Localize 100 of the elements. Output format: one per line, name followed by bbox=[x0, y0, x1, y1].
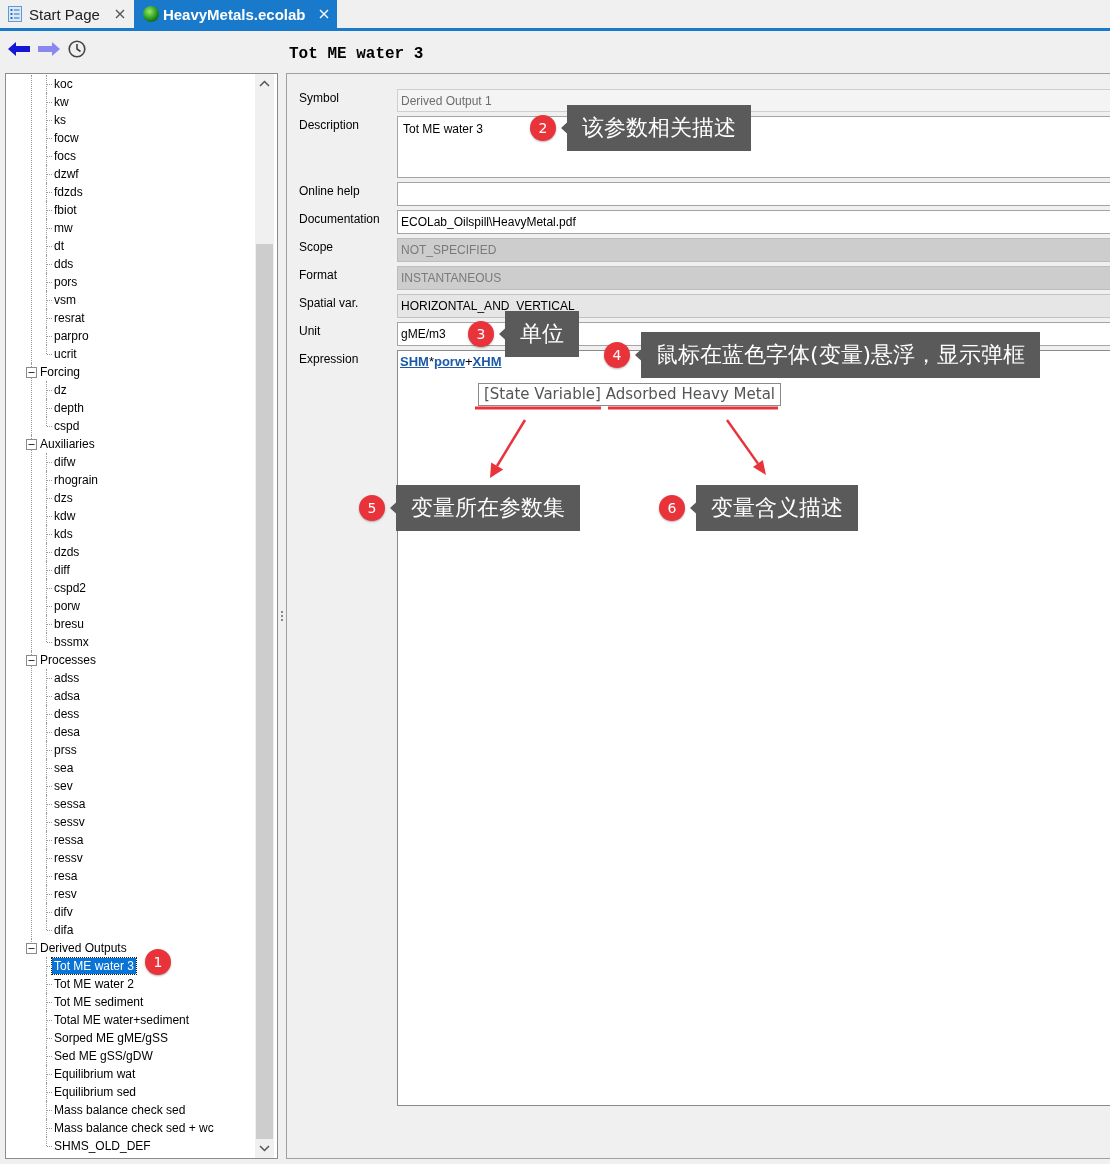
collapse-icon[interactable] bbox=[26, 366, 37, 378]
tree-item[interactable]: Total ME water+sediment bbox=[52, 1012, 192, 1028]
tree-item[interactable]: diff bbox=[52, 562, 72, 578]
close-icon[interactable] bbox=[114, 9, 125, 19]
pointer-arrow bbox=[490, 419, 527, 478]
tree-item[interactable]: Sorped ME gME/gSS bbox=[52, 1030, 171, 1046]
tree-item[interactable]: Mass balance check sed + wc bbox=[52, 1120, 216, 1136]
left-arrow-icon[interactable] bbox=[8, 42, 30, 56]
tree-item[interactable]: sessv bbox=[52, 814, 87, 830]
tree-item[interactable]: porw bbox=[52, 598, 82, 614]
tree-item[interactable]: kds bbox=[52, 526, 75, 542]
tree-item[interactable]: bssmx bbox=[52, 634, 91, 650]
chevron-up-icon[interactable] bbox=[259, 80, 270, 87]
pointer-arrow bbox=[726, 419, 766, 475]
tree-item[interactable]: Tot ME water 2 bbox=[52, 976, 137, 992]
tree-item[interactable]: dt bbox=[52, 238, 66, 254]
tree-item[interactable]: kw bbox=[52, 94, 71, 110]
tree-item[interactable]: kdw bbox=[52, 508, 78, 524]
callout-tooltip: 该参数相关描述 bbox=[561, 105, 751, 151]
tree-item[interactable]: depth bbox=[52, 400, 87, 416]
tree-item[interactable]: parpro bbox=[52, 328, 91, 344]
document-icon bbox=[8, 6, 22, 22]
tree-item[interactable]: desa bbox=[52, 724, 83, 740]
field-label: Expression bbox=[299, 351, 360, 366]
tree-item[interactable]: SHMS_OLD_DEF bbox=[52, 1138, 153, 1154]
tree-item[interactable]: Equilibrium sed bbox=[52, 1084, 139, 1100]
field-label: Symbol bbox=[299, 90, 340, 105]
input-field[interactable]: Derived Output 1 bbox=[397, 89, 1110, 112]
tree-item[interactable]: dz bbox=[52, 382, 69, 398]
scrollbar-thumb[interactable] bbox=[256, 244, 273, 1139]
tree-item[interactable]: sea bbox=[52, 760, 76, 776]
tree-item[interactable]: cspd bbox=[52, 418, 82, 434]
field-label: Scope bbox=[299, 239, 335, 254]
tree-item[interactable]: resv bbox=[52, 886, 79, 902]
variable-link[interactable]: XHM bbox=[472, 354, 502, 369]
number-badge: 5 bbox=[359, 495, 385, 521]
variable-link[interactable]: porw bbox=[433, 354, 465, 369]
tree-item[interactable]: pors bbox=[52, 274, 80, 290]
tree-item[interactable]: fdzds bbox=[52, 184, 85, 200]
tree-item[interactable]: koc bbox=[52, 76, 75, 92]
tree-item[interactable]: cspd2 bbox=[52, 580, 89, 596]
tree-item[interactable]: ressa bbox=[52, 832, 86, 848]
callout-tooltip: 变量含义描述 bbox=[690, 485, 858, 531]
tree-item[interactable]: fbiot bbox=[52, 202, 79, 218]
tree-item[interactable]: vsm bbox=[52, 292, 78, 308]
field-label: Online help bbox=[299, 183, 361, 198]
dropdown-field[interactable]: HORIZONTAL_AND_VERTICAL bbox=[397, 294, 1110, 318]
tree-item[interactable]: bresu bbox=[52, 616, 87, 632]
tree-item[interactable]: ks bbox=[52, 112, 68, 128]
tree-item[interactable]: rhograin bbox=[52, 472, 101, 488]
tab[interactable]: HeavyMetals.ecolab bbox=[133, 0, 338, 28]
tree-item[interactable]: dzs bbox=[52, 490, 75, 506]
scrollbar[interactable] bbox=[255, 74, 274, 1158]
tree-item[interactable]: prss bbox=[52, 742, 79, 758]
tree-item[interactable]: dzwf bbox=[52, 166, 81, 182]
callout-tooltip: 鼠标在蓝色字体(变量)悬浮，显示弹框 bbox=[635, 332, 1041, 378]
right-arrow-icon[interactable] bbox=[38, 42, 60, 56]
sphere-icon bbox=[142, 6, 159, 22]
input-field: INSTANTANEOUS bbox=[397, 266, 1110, 290]
clock-icon[interactable] bbox=[68, 40, 86, 58]
chevron-down-icon[interactable] bbox=[259, 1145, 270, 1152]
tree-item[interactable]: sessa bbox=[52, 796, 88, 812]
tree-item[interactable]: difa bbox=[52, 922, 76, 938]
collapse-icon[interactable] bbox=[26, 654, 37, 666]
operator-symbol: + bbox=[465, 354, 473, 369]
tree-item[interactable]: Tot ME sediment bbox=[52, 994, 146, 1010]
field-label: Format bbox=[299, 267, 338, 282]
tree-item[interactable]: mw bbox=[52, 220, 75, 236]
tree-item[interactable]: adsa bbox=[52, 688, 83, 704]
collapse-icon[interactable] bbox=[26, 438, 37, 450]
tree-item[interactable]: focs bbox=[52, 148, 78, 164]
tree-item[interactable]: resa bbox=[52, 868, 80, 884]
input-field[interactable]: ECOLab_Oilspill\HeavyMetal.pdf bbox=[397, 210, 1110, 234]
input-field: NOT_SPECIFIED bbox=[397, 238, 1110, 262]
tree-item[interactable]: dess bbox=[52, 706, 82, 722]
tree-node[interactable]: Processes bbox=[40, 652, 97, 668]
tree-item[interactable]: adss bbox=[52, 670, 82, 686]
tree-item[interactable]: resrat bbox=[52, 310, 87, 326]
tree-item[interactable]: Sed ME gSS/gDW bbox=[52, 1048, 155, 1064]
tree-node[interactable]: Derived Outputs bbox=[40, 940, 127, 956]
tooltip: [State Variable] Adsorbed Heavy Metal bbox=[478, 383, 782, 406]
tree-item[interactable]: sev bbox=[52, 778, 75, 794]
tree-item[interactable]: difv bbox=[52, 904, 75, 920]
callout-tooltip: 单位 bbox=[499, 311, 579, 357]
tree-item[interactable]: dds bbox=[52, 256, 76, 272]
field-label: Spatial var. bbox=[299, 295, 360, 310]
operator-symbol: * bbox=[428, 354, 434, 369]
tree-item[interactable]: Tot ME water 3 bbox=[52, 958, 137, 974]
variable-link[interactable]: SHM bbox=[400, 354, 429, 369]
tree-item[interactable]: difw bbox=[52, 454, 78, 470]
tree-node[interactable]: Forcing bbox=[40, 364, 80, 380]
tree-item[interactable]: Mass balance check sed bbox=[52, 1102, 188, 1118]
tree-item[interactable]: ressv bbox=[52, 850, 85, 866]
tree-item[interactable]: Equilibrium wat bbox=[52, 1066, 138, 1082]
tree-item[interactable]: dzds bbox=[52, 544, 82, 560]
collapse-icon[interactable] bbox=[26, 942, 37, 954]
tree-item[interactable]: ucrit bbox=[52, 346, 79, 362]
tree-item[interactable]: focw bbox=[52, 130, 81, 146]
input-field[interactable] bbox=[397, 182, 1110, 206]
tree-node[interactable]: Auxiliaries bbox=[40, 436, 95, 452]
